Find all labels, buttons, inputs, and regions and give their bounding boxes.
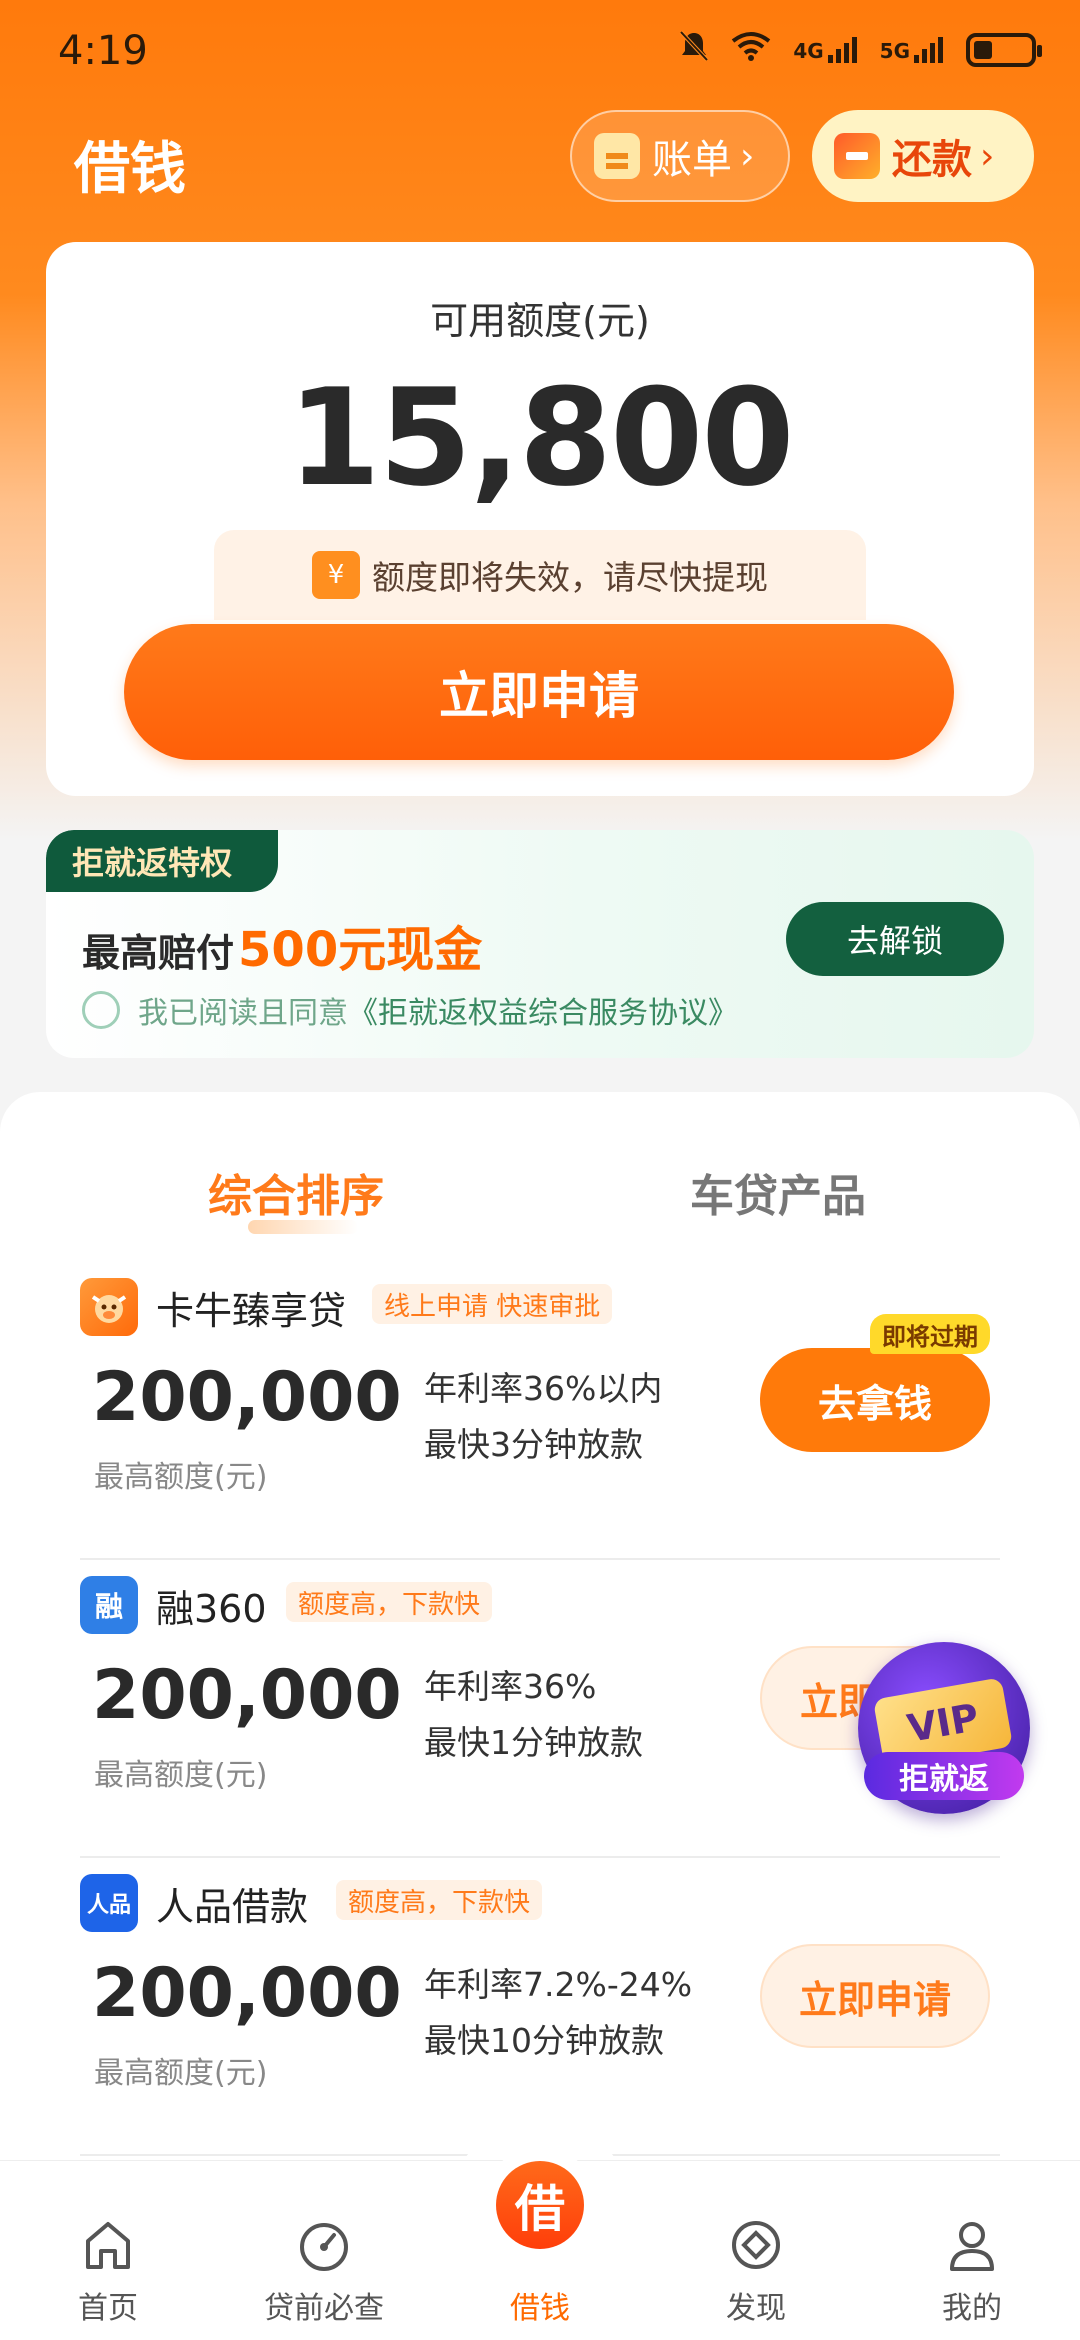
credit-label: 可用额度(元) [430, 299, 650, 343]
privilege-card: 拒就返特权 最高赔付 500元现金 去解锁 我已阅读且同意 《拒就返权益综合服务… [46, 830, 1034, 1058]
tab-car-loan[interactable]: 车贷产品 [690, 1160, 866, 1224]
expiring-badge: 即将过期 [870, 1314, 990, 1354]
apply-now-button[interactable]: 立即申请 [124, 624, 954, 760]
signal-5g-icon: 5G [880, 37, 944, 63]
nav-label: 首页 [78, 2291, 138, 2326]
status-bar: 4:19 4G 5G [0, 0, 1080, 110]
credit-amount: 15,800 [287, 360, 794, 516]
product-item[interactable]: 卡牛臻享贷 线上申请 快速审批 200,000 最高额度(元) 年利率36%以内… [80, 1262, 1000, 1560]
nav-label: 贷前必查 [264, 2291, 384, 2326]
product-tag: 线上申请 快速审批 [372, 1284, 613, 1324]
product-item[interactable]: 人品 人品借款 额度高，下款快 200,000 最高额度(元) 年利率7.2%-… [80, 1858, 1000, 2156]
apply-button[interactable]: 立即申请 [760, 1944, 990, 2048]
product-tag: 额度高，下款快 [286, 1582, 493, 1622]
expiry-notice: ¥ 额度即将失效，请尽快提现 [214, 530, 866, 620]
nav-item-home[interactable]: 首页 [0, 2161, 216, 2340]
repay-label: 还款 [892, 137, 972, 183]
compass-icon [726, 2215, 786, 2275]
product-rate: 年利率36% [424, 1667, 597, 1706]
bill-icon [594, 133, 640, 179]
get-money-button[interactable]: 去拿钱 [760, 1348, 990, 1452]
vip-refund-float-button[interactable]: VIP 拒就返 [858, 1642, 1030, 1814]
wifi-icon [731, 31, 771, 69]
profile-icon [942, 2215, 1002, 2275]
status-time: 4:19 [58, 28, 148, 74]
home-icon [78, 2215, 138, 2275]
tab-overall-ranking[interactable]: 综合排序 [208, 1160, 384, 1234]
signal-4g-icon: 4G [793, 37, 857, 63]
page-title: 借钱 [74, 137, 186, 202]
product-amount-label: 最高额度(元) [94, 1460, 268, 1495]
agreement-text: 我已阅读且同意 [138, 996, 348, 1031]
product-name: 人品借款 [156, 1885, 309, 1929]
vip-float-label: 拒就返 [864, 1752, 1024, 1800]
nav-item-discover[interactable]: 发现 [648, 2161, 864, 2340]
signal-4g-label: 4G [793, 39, 824, 63]
product-speed: 最快10分钟放款 [424, 2021, 664, 2060]
bill-button[interactable]: 账单 › [570, 110, 790, 202]
product-rate: 年利率36%以内 [424, 1369, 663, 1408]
kaniu-logo-icon [80, 1278, 138, 1336]
agreement-row: 我已阅读且同意 《拒就返权益综合服务协议》 [82, 988, 738, 1032]
privilege-tag: 拒就返特权 [46, 830, 278, 892]
yen-icon: ¥ [312, 551, 360, 599]
product-amount: 200,000 [92, 1656, 402, 1735]
status-icons: 4G 5G [679, 30, 1042, 70]
bottom-nav: 首页 贷前必查 借 借钱 发现 我的 [0, 2160, 1080, 2340]
unlock-button[interactable]: 去解锁 [786, 902, 1004, 976]
rong360-logo-icon: 融 [80, 1576, 138, 1634]
nav-item-profile[interactable]: 我的 [864, 2161, 1080, 2340]
nav-item-precheck[interactable]: 贷前必查 [216, 2161, 432, 2340]
agreement-checkbox[interactable] [82, 991, 120, 1029]
privilege-text-prefix: 最高赔付 [82, 931, 235, 975]
product-amount-label: 最高额度(元) [94, 1758, 268, 1793]
agreement-link[interactable]: 《拒就返权益综合服务协议》 [348, 988, 738, 1032]
bill-label: 账单 [652, 137, 732, 183]
product-name: 卡牛臻享贷 [156, 1289, 347, 1333]
battery-icon [966, 33, 1042, 67]
nav-item-borrow[interactable]: 借 借钱 [432, 2161, 648, 2340]
borrow-icon: 借 [496, 2161, 584, 2249]
product-tag: 额度高，下款快 [336, 1880, 543, 1920]
expiry-notice-text: 额度即将失效，请尽快提现 [372, 558, 768, 597]
gauge-icon [294, 2215, 354, 2275]
chevron-right-icon: › [740, 135, 755, 177]
product-speed: 最快3分钟放款 [424, 1425, 643, 1464]
repay-icon [834, 133, 880, 179]
privilege-text: 最高赔付 500元现金 [82, 910, 482, 980]
chevron-right-icon: › [980, 135, 995, 177]
renpin-logo-icon: 人品 [80, 1874, 138, 1932]
product-amount: 200,000 [92, 1954, 402, 2033]
product-amount: 200,000 [92, 1358, 402, 1437]
product-name: 融360 [156, 1587, 267, 1631]
repay-button[interactable]: 还款 › [812, 110, 1034, 202]
product-speed: 最快1分钟放款 [424, 1723, 643, 1762]
privilege-text-highlight: 500元现金 [238, 922, 483, 978]
nav-label: 发现 [726, 2291, 786, 2326]
nav-label: 借钱 [510, 2291, 570, 2326]
credit-card: 可用额度(元) 15,800 ¥ 额度即将失效，请尽快提现 立即申请 [46, 242, 1034, 796]
product-amount-label: 最高额度(元) [94, 2056, 268, 2091]
signal-5g-label: 5G [879, 39, 910, 63]
product-rate: 年利率7.2%-24% [424, 1965, 693, 2004]
mute-icon [679, 30, 709, 70]
nav-label: 我的 [942, 2291, 1002, 2326]
